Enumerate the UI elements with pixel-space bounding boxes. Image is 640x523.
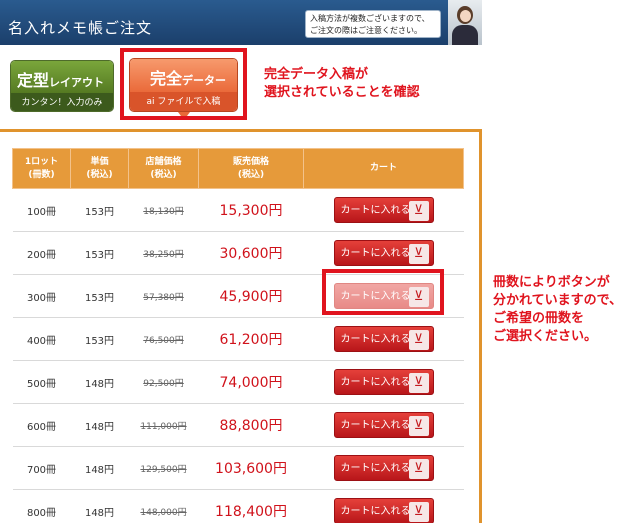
page-title: 名入れメモ帳ご注文	[8, 19, 153, 37]
store-price-cell: 129,500円	[128, 446, 199, 490]
lot-cell: 300冊	[12, 274, 71, 318]
lot-cell: 200冊	[12, 231, 71, 275]
add-to-cart-label: カートに入れる	[340, 377, 411, 388]
store-price-cell: 57,380円	[128, 274, 199, 318]
cart-cell: カートに入れる ⊻	[303, 188, 464, 232]
store-price-cell: 92,500円	[128, 360, 199, 404]
store-price-cell: 18,130円	[128, 188, 199, 232]
cart-cell: カートに入れる ⊻	[303, 360, 464, 404]
cart-cell: カートに入れる ⊻	[303, 317, 464, 361]
th-unit: 単価 (税込)	[70, 148, 129, 189]
annotation-side: 冊数によりボタンが 分かれていますので、 ご希望の冊数を ご選択ください。	[493, 275, 623, 344]
unit-price-cell: 148円	[70, 446, 129, 490]
table-row: 800冊 148円 148,000円 118,400円 カートに入れる ⊻	[12, 489, 464, 523]
table-body: 100冊 153円 18,130円 15,300円 カートに入れる ⊻ 200冊 153円 38…	[12, 188, 464, 523]
table-header-row: 1ロット (冊数) 単価 (税込) 店舗価格 (税込) 販売価格 (税込) カート	[12, 148, 464, 189]
add-to-cart-button[interactable]: カートに入れる ⊻	[333, 412, 434, 438]
sale-price-cell: 61,200円	[198, 317, 304, 361]
kanzen-highlight-frame	[120, 48, 247, 120]
price-table: 1ロット (冊数) 単価 (税込) 店舗価格 (税込) 販売価格 (税込) カート 10…	[12, 148, 464, 523]
lot-cell: 700冊	[12, 446, 71, 490]
unit-price-cell: 153円	[70, 231, 129, 275]
cart-icon: ⊻	[408, 330, 429, 350]
sale-price-cell: 103,600円	[198, 446, 304, 490]
store-price-cell: 111,000円	[128, 403, 199, 447]
lot-cell: 600冊	[12, 403, 71, 447]
row-300-highlight-frame	[322, 269, 444, 315]
cart-icon: ⊻	[408, 502, 429, 522]
sale-price-cell: 15,300円	[198, 188, 304, 232]
sale-price-cell: 74,000円	[198, 360, 304, 404]
sale-price-cell: 118,400円	[198, 489, 304, 523]
unit-price-cell: 153円	[70, 188, 129, 232]
lot-cell: 100冊	[12, 188, 71, 232]
cart-icon: ⊻	[408, 201, 429, 221]
sale-price-cell: 45,900円	[198, 274, 304, 318]
lot-cell: 400冊	[12, 317, 71, 361]
th-cart: カート	[303, 148, 464, 189]
cart-icon: ⊻	[408, 459, 429, 479]
lot-cell: 800冊	[12, 489, 71, 523]
cart-icon: ⊻	[408, 416, 429, 436]
cart-cell: カートに入れる ⊻	[303, 403, 464, 447]
unit-price-cell: 153円	[70, 274, 129, 318]
operator-illustration	[448, 0, 482, 45]
add-to-cart-label: カートに入れる	[340, 463, 411, 474]
store-price-cell: 148,000円	[128, 489, 199, 523]
option-teikei-layout-button[interactable]: 定型レイアウト カンタン！入力のみ	[10, 60, 114, 112]
th-sale: 販売価格 (税込)	[198, 148, 304, 189]
store-price-cell: 38,250円	[128, 231, 199, 275]
table-row: 500冊 148円 92,500円 74,000円 カートに入れる ⊻	[12, 360, 464, 404]
add-to-cart-button[interactable]: カートに入れる ⊻	[333, 240, 434, 266]
unit-price-cell: 153円	[70, 317, 129, 361]
add-to-cart-button[interactable]: カートに入れる ⊻	[333, 498, 434, 523]
th-lot: 1ロット (冊数)	[12, 148, 71, 189]
add-to-cart-button[interactable]: カートに入れる ⊻	[333, 197, 434, 223]
unit-price-cell: 148円	[70, 489, 129, 523]
header-note: 入稿方法が複数ございますので、ご注文の際はご注意ください。	[305, 10, 441, 38]
unit-price-cell: 148円	[70, 360, 129, 404]
sale-price-cell: 88,800円	[198, 403, 304, 447]
sale-price-cell: 30,600円	[198, 231, 304, 275]
add-to-cart-button[interactable]: カートに入れる ⊻	[333, 455, 434, 481]
table-row: 400冊 153円 76,500円 61,200円 カートに入れる ⊻	[12, 317, 464, 361]
option-teikei-title: 定型	[17, 71, 50, 90]
add-to-cart-label: カートに入れる	[340, 248, 411, 259]
table-row: 100冊 153円 18,130円 15,300円 カートに入れる ⊻	[12, 188, 464, 232]
cart-cell: カートに入れる ⊻	[303, 489, 464, 523]
option-teikei-title-small: レイアウト	[49, 76, 105, 89]
th-store: 店舗価格 (税込)	[128, 148, 199, 189]
unit-price-cell: 148円	[70, 403, 129, 447]
cart-icon: ⊻	[408, 244, 429, 264]
add-to-cart-label: カートに入れる	[340, 334, 411, 345]
add-to-cart-button[interactable]: カートに入れる ⊻	[333, 369, 434, 395]
add-to-cart-label: カートに入れる	[340, 205, 411, 216]
option-teikei-sub: カンタン！入力のみ	[11, 93, 113, 111]
cart-icon: ⊻	[408, 373, 429, 393]
add-to-cart-label: カートに入れる	[340, 506, 411, 517]
table-row: 600冊 148円 111,000円 88,800円 カートに入れる ⊻	[12, 403, 464, 447]
store-price-cell: 76,500円	[128, 317, 199, 361]
add-to-cart-label: カートに入れる	[340, 420, 411, 431]
table-row: 700冊 148円 129,500円 103,600円 カートに入れる ⊻	[12, 446, 464, 490]
cart-cell: カートに入れる ⊻	[303, 446, 464, 490]
annotation-top: 完全データ入稿が 選択されていることを確認	[264, 67, 420, 100]
lot-cell: 500冊	[12, 360, 71, 404]
add-to-cart-button[interactable]: カートに入れる ⊻	[333, 326, 434, 352]
